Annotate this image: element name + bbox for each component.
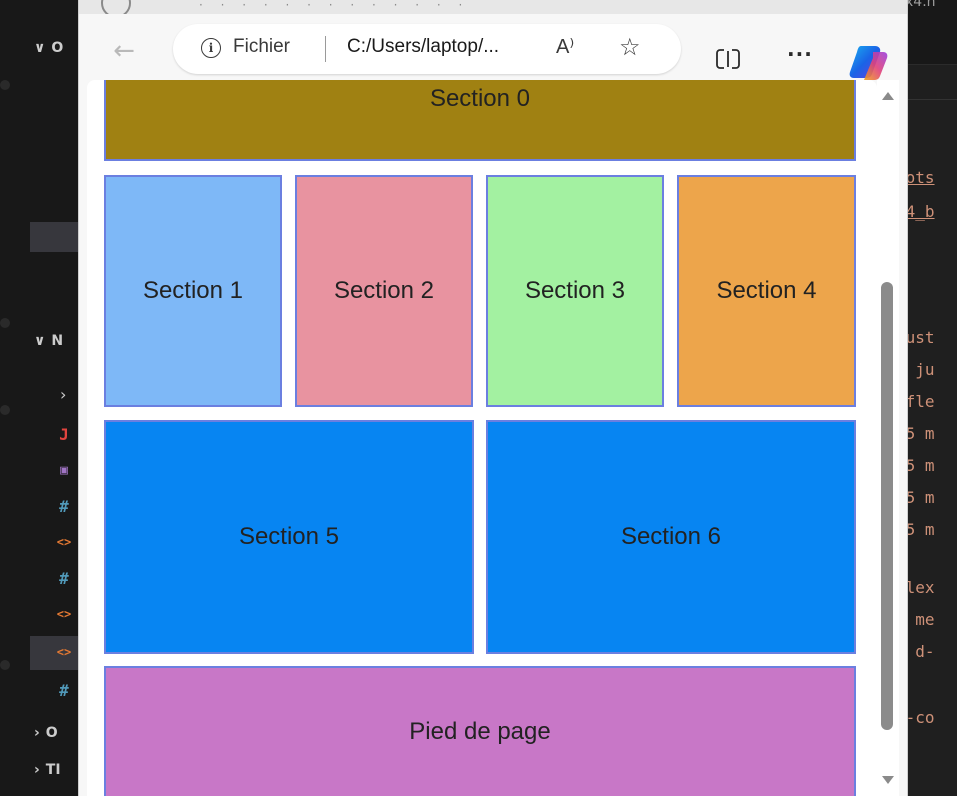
- gutter-dot: [0, 405, 10, 415]
- section-6: Section 6: [486, 420, 856, 654]
- vscode-explorer: ∨ O ∨ N › J ▣ # <> # <> <> # › O › TI: [0, 0, 79, 796]
- page-footer: Pied de page: [104, 666, 856, 796]
- gutter-dot: [0, 318, 10, 328]
- js-file-icon[interactable]: J: [52, 422, 76, 446]
- more-icon[interactable]: ···: [787, 42, 813, 66]
- editor-tab-label[interactable]: x4.h: [905, 0, 936, 10]
- browser-toolbar: ← i Fichier C:/Users/laptop/... A⁾ ☆ ···: [79, 14, 907, 80]
- scroll-up-arrow-icon[interactable]: [882, 92, 894, 100]
- html-file-icon[interactable]: <>: [52, 530, 76, 554]
- read-aloud-icon[interactable]: A⁾: [556, 34, 574, 59]
- address-separator: [325, 36, 326, 62]
- section-2: Section 2: [295, 175, 473, 407]
- favorite-star-icon[interactable]: ☆: [619, 33, 641, 61]
- split-screen-icon[interactable]: [715, 48, 741, 70]
- copilot-icon[interactable]: [847, 40, 891, 84]
- scrollbar-thumb[interactable]: [881, 282, 893, 730]
- chevron-right-icon: ›: [34, 762, 40, 778]
- image-file-icon[interactable]: ▣: [52, 458, 76, 482]
- section-3: Section 3: [486, 175, 664, 407]
- address-scheme-label: Fichier: [233, 36, 291, 57]
- page-viewport[interactable]: Section 0 Section 1 Section 2 Section 3 …: [87, 80, 877, 796]
- tab-strip: · · · · · · · · · · · · ·: [79, 0, 907, 18]
- gutter-dot: [0, 660, 10, 670]
- gutter-dot: [0, 80, 10, 90]
- section-4: Section 4: [677, 175, 856, 407]
- browser-window: · · · · · · · · · · · · · ← i Fichier C:…: [78, 0, 908, 796]
- section-0: Section 0: [104, 80, 856, 161]
- section-1: Section 1: [104, 175, 282, 407]
- explorer-section-timeline[interactable]: › TI: [34, 762, 61, 778]
- explorer-section-outline-bottom[interactable]: › O: [34, 725, 58, 741]
- tab-strip-dots: · · · · · · · · · · · · ·: [199, 0, 470, 12]
- css-file-icon[interactable]: #: [52, 678, 76, 702]
- chevron-right-icon: ›: [34, 725, 40, 741]
- chevron-down-icon: ∨: [34, 333, 46, 349]
- info-icon[interactable]: i: [201, 38, 221, 58]
- explorer-section-outline[interactable]: ∨ O: [34, 40, 63, 56]
- scroll-down-arrow-icon[interactable]: [882, 776, 894, 784]
- explorer-section-folder[interactable]: ∨ N: [34, 333, 63, 349]
- html-file-icon[interactable]: <>: [52, 602, 76, 626]
- css-file-icon[interactable]: #: [52, 566, 76, 590]
- address-url[interactable]: C:/Users/laptop/...: [347, 36, 499, 58]
- chevron-right-icon[interactable]: ›: [60, 385, 66, 404]
- chevron-down-icon: ∨: [34, 40, 46, 56]
- address-bar[interactable]: i Fichier C:/Users/laptop/... A⁾ ☆: [173, 24, 681, 74]
- explorer-selected-row: [30, 222, 78, 252]
- html-file-icon[interactable]: <>: [52, 640, 76, 664]
- css-file-icon[interactable]: #: [52, 494, 76, 518]
- page-scrollbar[interactable]: [877, 80, 899, 796]
- back-arrow-icon[interactable]: ←: [107, 34, 141, 68]
- section-5: Section 5: [104, 420, 474, 654]
